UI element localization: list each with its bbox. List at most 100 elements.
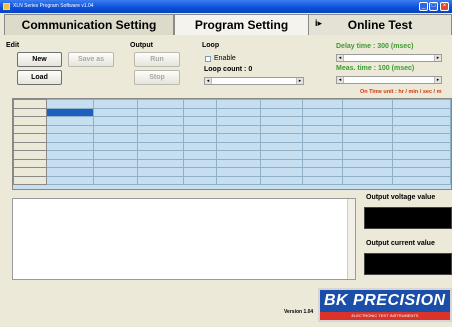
grid-cell[interactable] <box>93 141 139 151</box>
grid-cell[interactable] <box>182 150 218 160</box>
grid-cell[interactable] <box>302 167 344 177</box>
grid-cell[interactable] <box>342 175 393 185</box>
grid-cell[interactable] <box>45 158 95 168</box>
table-row[interactable] <box>13 124 451 134</box>
grid-cell[interactable] <box>260 158 304 168</box>
loop-count-slider[interactable]: ◂ ▸ <box>204 77 304 85</box>
grid-cell[interactable] <box>93 158 139 168</box>
grid-cell[interactable] <box>216 133 262 143</box>
grid-cell[interactable] <box>342 107 393 117</box>
table-row[interactable] <box>13 150 451 160</box>
delay-left-arrow-icon[interactable]: ◂ <box>337 55 344 61</box>
grid-cell[interactable] <box>302 124 344 134</box>
table-row[interactable] <box>13 107 451 117</box>
grid-row-header[interactable] <box>13 150 47 160</box>
grid-header-row[interactable] <box>13 99 451 109</box>
meas-left-arrow-icon[interactable]: ◂ <box>337 77 344 83</box>
table-row[interactable] <box>13 158 451 168</box>
grid-row-header[interactable] <box>13 175 47 185</box>
grid-cell[interactable] <box>302 141 344 151</box>
grid-row-header[interactable] <box>13 133 47 143</box>
grid-cell[interactable] <box>342 158 393 168</box>
grid-row-header[interactable] <box>13 167 47 177</box>
table-row[interactable] <box>13 175 451 185</box>
grid-cell[interactable] <box>342 167 393 177</box>
grid-cell[interactable] <box>302 107 344 117</box>
slider-left-arrow-icon[interactable]: ◂ <box>205 78 212 84</box>
grid-header-cell[interactable] <box>302 99 344 109</box>
grid-cell[interactable] <box>391 150 451 160</box>
grid-cell[interactable] <box>137 167 184 177</box>
grid-cell[interactable] <box>391 133 451 143</box>
tab-communication-setting[interactable]: Communication Setting <box>4 14 174 35</box>
table-row[interactable] <box>13 167 451 177</box>
grid-cell[interactable] <box>216 158 262 168</box>
grid-row-header[interactable] <box>13 141 47 151</box>
grid-cell[interactable] <box>302 133 344 143</box>
grid-cell[interactable] <box>391 124 451 134</box>
grid-cell[interactable] <box>342 133 393 143</box>
grid-cell[interactable] <box>260 124 304 134</box>
grid-header-cell[interactable] <box>182 99 218 109</box>
grid-header-cell[interactable] <box>260 99 304 109</box>
grid-header-cell[interactable] <box>93 99 139 109</box>
program-grid[interactable] <box>12 98 452 190</box>
grid-cell[interactable] <box>216 107 262 117</box>
grid-header-cell[interactable] <box>342 99 393 109</box>
grid-cell[interactable] <box>302 150 344 160</box>
grid-header-cell[interactable] <box>13 99 47 109</box>
tab-online-test[interactable]: i▸ Online Test <box>308 14 452 35</box>
grid-cell[interactable] <box>260 175 304 185</box>
grid-cell[interactable] <box>216 116 262 126</box>
grid-row-header[interactable] <box>13 158 47 168</box>
grid-cell[interactable] <box>260 150 304 160</box>
grid-cell[interactable] <box>93 124 139 134</box>
grid-cell[interactable] <box>93 175 139 185</box>
grid-cell[interactable] <box>342 150 393 160</box>
grid-header-cell[interactable] <box>391 99 451 109</box>
grid-cell[interactable] <box>391 107 451 117</box>
grid-cell[interactable] <box>93 116 139 126</box>
grid-cell[interactable] <box>216 175 262 185</box>
grid-cell[interactable] <box>216 141 262 151</box>
save-as-button[interactable]: Save as <box>68 52 114 67</box>
grid-cell[interactable] <box>391 141 451 151</box>
slider-right-arrow-icon[interactable]: ▸ <box>296 78 303 84</box>
grid-cell[interactable] <box>342 124 393 134</box>
grid-cell[interactable] <box>93 167 139 177</box>
grid-cell[interactable] <box>182 124 218 134</box>
grid-cell[interactable] <box>260 141 304 151</box>
grid-cell[interactable] <box>93 107 139 117</box>
grid-cell[interactable] <box>216 150 262 160</box>
grid-cell[interactable] <box>182 133 218 143</box>
meas-right-arrow-icon[interactable]: ▸ <box>434 77 441 83</box>
grid-cell[interactable] <box>45 167 95 177</box>
grid-cell[interactable] <box>45 150 95 160</box>
grid-header-cell[interactable] <box>137 99 184 109</box>
grid-cell[interactable] <box>137 107 184 117</box>
table-row[interactable] <box>13 133 451 143</box>
run-button[interactable]: Run <box>134 52 180 67</box>
grid-cell[interactable] <box>45 124 95 134</box>
grid-cell[interactable] <box>260 167 304 177</box>
meas-time-slider[interactable]: ◂ ▸ <box>336 76 442 84</box>
delay-time-slider[interactable]: ◂ ▸ <box>336 54 442 62</box>
load-button[interactable]: Load <box>17 70 62 85</box>
table-row[interactable] <box>13 116 451 126</box>
grid-cell[interactable] <box>182 158 218 168</box>
grid-cell[interactable] <box>216 167 262 177</box>
grid-cell[interactable] <box>182 116 218 126</box>
grid-cell[interactable] <box>182 175 218 185</box>
close-button[interactable]: × <box>440 2 449 11</box>
message-log[interactable] <box>12 198 356 280</box>
grid-cell[interactable] <box>391 116 451 126</box>
delay-right-arrow-icon[interactable]: ▸ <box>434 55 441 61</box>
grid-cell[interactable] <box>93 150 139 160</box>
grid-cell[interactable] <box>260 133 304 143</box>
enable-checkbox[interactable] <box>205 56 211 62</box>
grid-cell[interactable] <box>391 167 451 177</box>
stop-button[interactable]: Stop <box>134 70 180 85</box>
grid-cell[interactable] <box>137 133 184 143</box>
grid-cell[interactable] <box>137 150 184 160</box>
grid-cell[interactable] <box>45 107 95 117</box>
